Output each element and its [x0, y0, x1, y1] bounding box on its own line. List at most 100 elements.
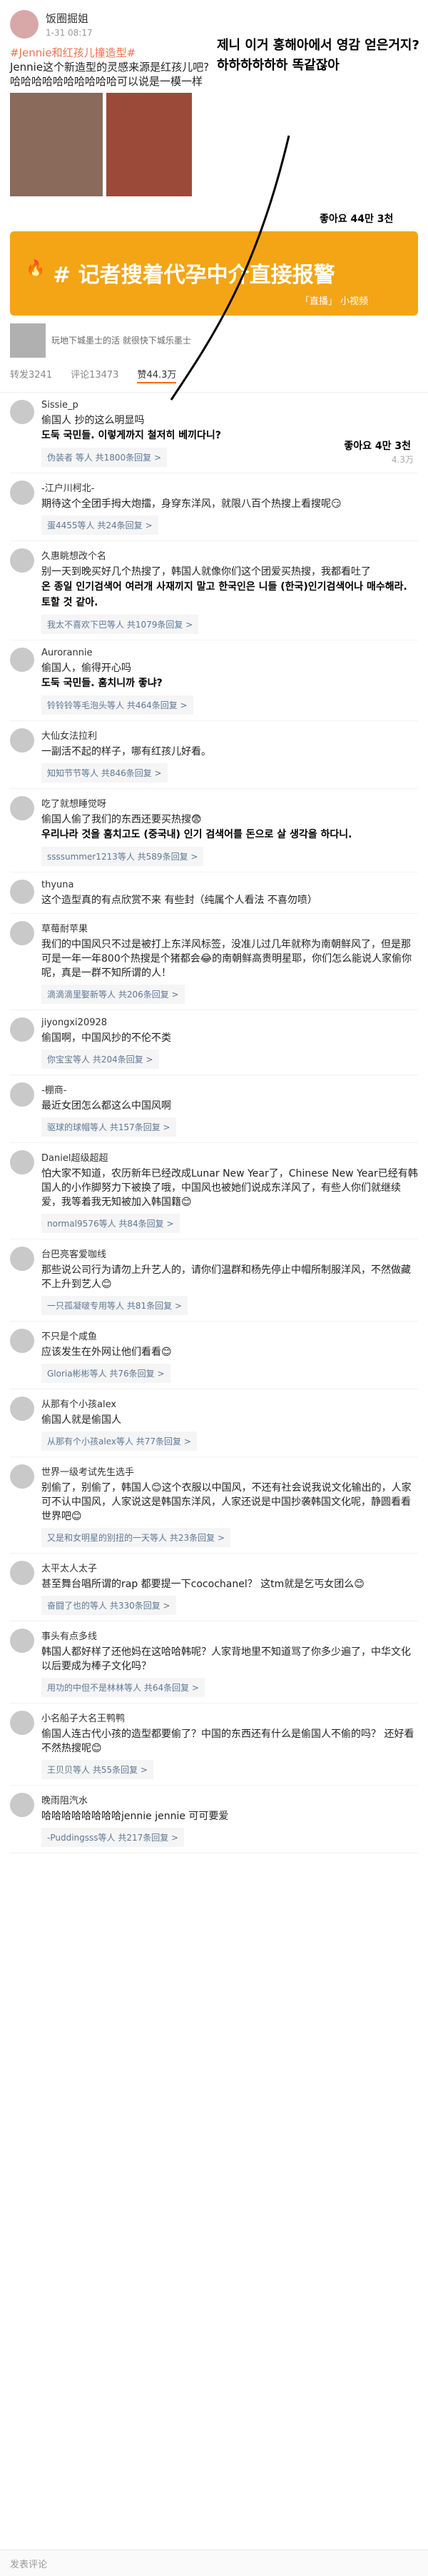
comment-text: 这个造型真的有点欣赏不来 有些封（纯属个人看法 不喜勿喷）	[41, 895, 317, 906]
like-count[interactable]: 赞44.3万	[137, 367, 177, 383]
comment-avatar[interactable]	[10, 1150, 34, 1174]
comment-avatar[interactable]	[10, 1464, 34, 1489]
comment-author[interactable]: thyuna	[41, 880, 418, 890]
comment-avatar[interactable]	[10, 481, 34, 505]
comment-input-bar[interactable]: 发表评论	[0, 2550, 428, 2576]
comment-replies-link[interactable]: 伪装者 等人 共1800条回复 >	[41, 448, 168, 467]
comment-author[interactable]: 不只是个咸鱼	[41, 1329, 418, 1342]
post-time: 1-31 08:17	[46, 28, 93, 38]
comment-author[interactable]: 草莓耐苹果	[41, 921, 418, 935]
comment-author[interactable]: -棚商-	[41, 1082, 418, 1096]
comment-body: 久惠眺想改个名 别一天到晚买好几个热搜了，韩国人就像你们这个团爱买热搜，我都看吐了…	[41, 548, 418, 634]
comment-item: Daniel超级超超怕大家不知道，农历新年已经改成Lunar New Year了…	[10, 1143, 418, 1239]
comment-avatar[interactable]	[10, 400, 34, 424]
comment-count[interactable]: 评论13473	[71, 367, 118, 383]
post-text: #Jennie和红孩儿撞造型# Jennie这个新造型的灵感来源是红孩儿吧? 哈…	[10, 46, 217, 89]
comment-avatar[interactable]	[10, 1017, 34, 1042]
comment-item: 草莓耐苹果 我们的中国风只不过是被打上东洋风标签，没准儿过几年就称为南朝鲜风了，但…	[10, 914, 418, 1010]
comment-item: 事头有点多线 韩国人都好样了还他妈在这哈哈韩呢？人家背地里不知道骂了你多少遍了，中…	[10, 1621, 418, 1704]
comment-replies-link[interactable]: 知知节节等人 共846条回复 >	[41, 763, 168, 783]
comment-author[interactable]: 事头有点多线	[41, 1629, 418, 1642]
comment-author[interactable]: jiyongxi20928	[41, 1017, 418, 1028]
comment-text: 别一天到晚买好几个热搜了，韩国人就像你们这个团爱买热搜，我都看吐了	[41, 566, 371, 578]
comment-body: 草莓耐苹果 我们的中国风只不过是被打上东洋风标签，没准儿过几年就称为南朝鲜风了，但…	[41, 921, 418, 1004]
comment-avatar[interactable]	[10, 648, 34, 672]
comment-body: jiyongxi20928 偷国啊，中国风抄的不伦不类 你宝宝等人 共204条回复 …	[41, 1017, 418, 1069]
comment-replies-link[interactable]: 蛋4455等人 共24条回复 >	[41, 515, 158, 535]
comment-replies-link[interactable]: -Puddingsss等人 共217条回复 >	[41, 1828, 185, 1847]
comment-avatar[interactable]	[10, 1329, 34, 1353]
comment-avatar[interactable]	[10, 728, 34, 753]
share-count[interactable]: 转发3241	[10, 367, 52, 383]
comment-input-placeholder[interactable]: 发表评论	[10, 2557, 47, 2570]
comment-replies-link[interactable]: 从那有个小孩alex等人 共77条回复 >	[41, 1432, 197, 1451]
comment-text: 一副活不起的样子，哪有红孩儿好看。	[41, 746, 211, 758]
comment-text: 偷国人，偷得开心吗	[41, 663, 131, 674]
comment-author[interactable]: 久惠眺想改个名	[41, 548, 418, 562]
comment-author[interactable]: -江户川柯北-	[41, 481, 418, 494]
comment-author[interactable]: 小名船子大名王鸭鸭	[41, 1711, 418, 1724]
comment-author[interactable]: 吃了就想睡觉呀	[41, 796, 418, 810]
comment-text: 怕大家不知道，农历新年已经改成Lunar New Year了，Chinese N…	[41, 1168, 418, 1208]
comment-author[interactable]: 世界一级考试先生选手	[41, 1464, 418, 1478]
promo-banner[interactable]: 🔥 # 记者搜着代孕中介直接报警 「直播」 小视频	[10, 231, 418, 316]
comment-avatar[interactable]	[10, 1247, 34, 1271]
comment-item: 从那有个小孩alex 偷国人就是偷国人 从那有个小孩alex等人 共77条回复 >	[10, 1389, 418, 1457]
comment-author[interactable]: 太平太人太子	[41, 1561, 418, 1574]
post-image-2[interactable]	[106, 93, 192, 196]
comment-body: 不只是个咸鱼 应该发生在外网让他们看看😊 Gloria彬彬等人 共76条回复 >	[41, 1329, 418, 1383]
comment-body: 事头有点多线 韩国人都好样了还他妈在这哈哈韩呢？人家背地里不知道骂了你多少遍了，中…	[41, 1629, 418, 1697]
comment-item: -江户川柯北- 期待这个全团手拇大炮擂，身穿东洋风，就限八百个热搜上看搜呢😏 蛋44…	[10, 473, 418, 541]
author-avatar[interactable]	[10, 10, 39, 39]
comment-body: -江户川柯北- 期待这个全团手拇大炮擂，身穿东洋风，就限八百个热搜上看搜呢😏 蛋44…	[41, 481, 418, 535]
comment-replies-link[interactable]: 一只孤凝啵专用等人 共81条回复 >	[41, 1296, 188, 1315]
comment-replies-link[interactable]: normal9576等人 共84条回复 >	[41, 1214, 180, 1233]
comment-author[interactable]: Daniel超级超超	[41, 1150, 418, 1164]
comment-text: 别偷了，别偷了，韩国人😊这个衣服以中国风，不还有社会说我说文化输出的，人家可不认…	[41, 1482, 412, 1522]
comment-replies-link[interactable]: 用功的中但不是林林等人 共64条回复 >	[41, 1678, 205, 1697]
comment-like-count[interactable]: 4.3万	[392, 453, 414, 466]
comment-author[interactable]: 从那有个小孩alex	[41, 1397, 418, 1410]
comment-avatar[interactable]	[10, 1082, 34, 1107]
comment-avatar[interactable]	[10, 548, 34, 573]
comment-author[interactable]: Sissie_p	[41, 400, 418, 411]
comment-item: 太平太人太子 甚至舞台唱所谓的rap 都要提一下cocochanel？ 这tm就是…	[10, 1554, 418, 1621]
comment-replies-link[interactable]: 驱球的球帽等人 共157条回复 >	[41, 1117, 176, 1137]
comment-replies-link[interactable]: 又是和女明星的别扭的一天等人 共23条回复 >	[41, 1528, 230, 1547]
post-image-1[interactable]	[10, 93, 103, 196]
comment-text: 应该发生在外网让他们看看😊	[41, 1347, 172, 1358]
comment-author[interactable]: 台巴亮客爱咖线	[41, 1247, 418, 1260]
comment-avatar[interactable]	[10, 880, 34, 904]
comment-replies-link[interactable]: 奋闘了也的等人 共330条回复 >	[41, 1596, 176, 1615]
post-hashtag[interactable]: #Jennie和红孩儿撞造型#	[10, 46, 136, 59]
comment-body: -棚商- 最近女团怎么都这么中国风啊 驱球的球帽等人 共157条回复 >	[41, 1082, 418, 1137]
comment-replies-link[interactable]: Gloria彬彬等人 共76条回复 >	[41, 1364, 170, 1383]
comment-avatar[interactable]	[10, 1711, 34, 1735]
comment-text: 偷国人连古代小孩的造型都要偷了？中国的东西还有什么是偷国人不偷的吗？ 还好看不然…	[41, 1729, 414, 1754]
comment-replies-link[interactable]: 王贝贝等人 共55条回复 >	[41, 1760, 153, 1779]
comment-avatar[interactable]	[10, 796, 34, 820]
comment-avatar[interactable]	[10, 1629, 34, 1653]
comment-avatar[interactable]	[10, 1561, 34, 1585]
comment-avatar[interactable]	[10, 921, 34, 945]
comment-replies-link[interactable]: 滴滴滴里娶新等人 共206条回复 >	[41, 985, 185, 1004]
comment-replies-link[interactable]: ssssummer1213等人 共589条回复 >	[41, 847, 204, 866]
comment-avatar[interactable]	[10, 1793, 34, 1817]
post-stats-bar: 转发3241 评论13473 赞44.3万	[0, 358, 428, 393]
comment-item: thyuna 这个造型真的有点欣赏不来 有些封（纯属个人看法 不喜勿喷）	[10, 872, 418, 914]
repost-preview[interactable]: 玩地下城墨士的活 就很快下城乐墨士	[10, 323, 418, 358]
comment-author[interactable]: 大仙女法拉利	[41, 728, 418, 742]
comment-replies-link[interactable]: 铃铃铃等毛泡头等人 共464条回复 >	[41, 695, 193, 715]
comment-item: 台巴亮客爱咖线 那些说公司行为请勿上升艺人的，请你们温群和杨先停止中帽所制服洋风，…	[10, 1239, 418, 1322]
banner-title: # 记者搜着代孕中介直接报警	[53, 263, 335, 288]
comment-avatar[interactable]	[10, 1397, 34, 1421]
comment-text: 偷国人 抄的这么明显吗	[41, 415, 145, 426]
comment-item: -棚商- 最近女团怎么都这么中国风啊 驱球的球帽等人 共157条回复 >	[10, 1075, 418, 1143]
author-name[interactable]: 饭圈掘姐	[46, 11, 93, 26]
comment-replies-link[interactable]: 你宝宝等人 共204条回复 >	[41, 1050, 159, 1069]
comment-item: 晚雨阻汽水 哈哈哈哈哈哈哈哈jennie jennie 可可要爱 -Puddings…	[10, 1786, 418, 1853]
comment-author[interactable]: Aurorannie	[41, 648, 418, 658]
repost-thumbnail	[10, 323, 46, 358]
comment-author[interactable]: 晚雨阻汽水	[41, 1793, 418, 1806]
comment-replies-link[interactable]: 我太不喜欢下巴等人 共1079条回复 >	[41, 615, 199, 634]
